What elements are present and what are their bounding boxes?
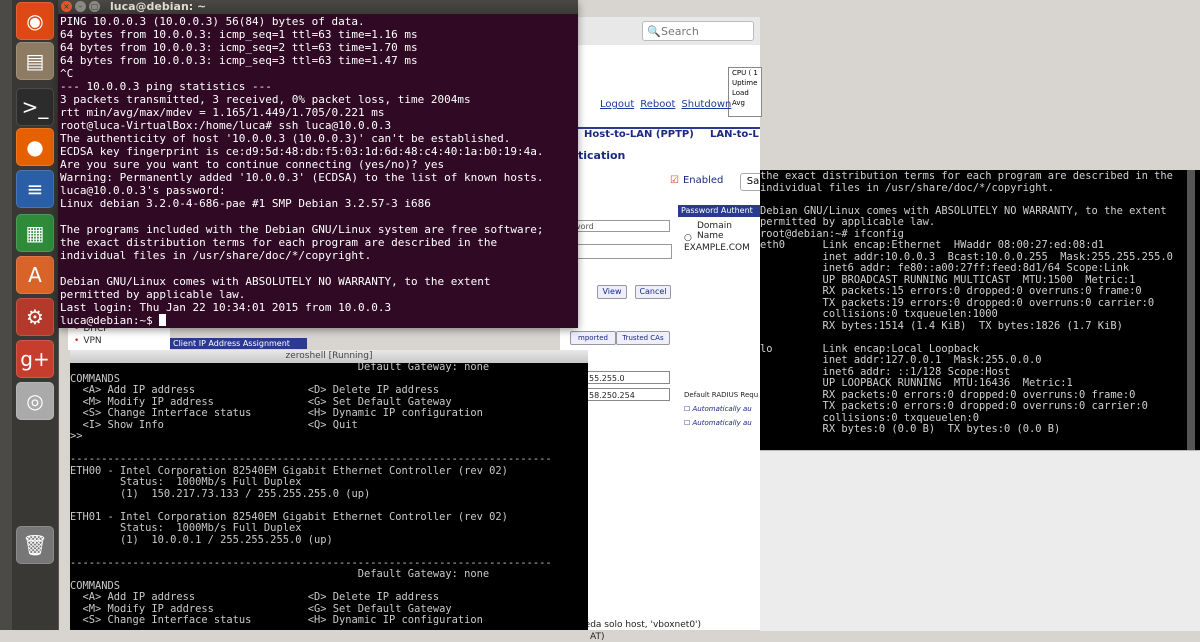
- launcher-ubuntu-dash-icon[interactable]: ◉: [16, 2, 54, 40]
- minimize-icon[interactable]: –: [75, 1, 86, 12]
- default-radius-label: Default RADIUS Requ: [684, 391, 759, 399]
- launcher-trash-icon[interactable]: 🗑: [16, 526, 54, 564]
- shutdown-link[interactable]: Shutdown: [681, 99, 731, 110]
- browser-toolbar: 🔍 Search: [560, 17, 760, 46]
- auto-checkbox[interactable]: ☐ Automatically au: [684, 419, 752, 427]
- auto-checkbox[interactable]: ☐ Automatically au: [684, 405, 752, 413]
- launcher-firefox-icon[interactable]: ●: [16, 128, 54, 166]
- right-console[interactable]: the exact distribution terms for each pr…: [760, 170, 1200, 450]
- maximize-icon[interactable]: ▢: [89, 1, 100, 12]
- status-box: CPU ( 1 Uptime Load Avg: [728, 67, 762, 117]
- web-page: CPU ( 1 Uptime Load Avg Logout Reboot Sh…: [560, 45, 771, 642]
- auto-label: Automatically au: [692, 405, 752, 413]
- view-button[interactable]: View: [597, 285, 627, 299]
- vbox-adapter-text: cheda solo host, 'vboxnet0'): [574, 620, 702, 630]
- cursor: [159, 314, 167, 326]
- launcher-google-plus-icon[interactable]: g+: [16, 340, 54, 378]
- launcher-edge: [0, 0, 12, 630]
- launcher-files-icon[interactable]: ▤: [16, 42, 54, 80]
- search-placeholder: Search: [661, 25, 699, 38]
- search-input[interactable]: 🔍 Search: [642, 21, 754, 41]
- status-line: CPU ( 1: [732, 69, 758, 77]
- zeroshell-side-menu: • DHCP • VPN: [68, 324, 170, 350]
- netmask-field[interactable]: 55.255.0: [586, 371, 670, 384]
- status-line: Avg: [732, 99, 745, 107]
- launcher-dvd-icon[interactable]: ◎: [16, 382, 54, 420]
- scrollbar[interactable]: [1187, 170, 1195, 456]
- cancel-button[interactable]: Cancel: [635, 285, 671, 299]
- status-line: Uptime: [732, 79, 758, 87]
- password-input[interactable]: [570, 244, 672, 259]
- menu-item-vpn[interactable]: • VPN: [74, 336, 102, 346]
- domain-label: EXAMPLE.COM: [684, 243, 750, 253]
- right-window-body: [760, 450, 1200, 631]
- launcher-settings-icon[interactable]: ⚙: [16, 298, 54, 336]
- checkbox-icon: ☑: [670, 175, 679, 186]
- top-links: Logout Reboot Shutdown: [600, 99, 731, 110]
- search-icon: 🔍: [647, 25, 661, 38]
- console-output: the exact distribution terms for each pr…: [760, 170, 1173, 435]
- status-line: Load: [732, 89, 749, 97]
- terminal-output: PING 10.0.0.3 (10.0.0.3) 56(84) bytes of…: [60, 15, 544, 327]
- zeroshell-console[interactable]: zeroshell [Running] Default Gateway: non…: [70, 350, 588, 630]
- launcher-terminal-icon[interactable]: >_: [16, 88, 54, 126]
- vbox-nat-text: AT): [590, 632, 605, 642]
- password-auth-header: Password Authent: [678, 205, 771, 217]
- trusted-cas-button[interactable]: Trusted CAs: [616, 331, 670, 345]
- section-heading: tication: [578, 149, 626, 162]
- ip-range-field[interactable]: 58.250.254: [586, 388, 670, 401]
- password-select[interactable]: word: [570, 220, 670, 232]
- close-icon[interactable]: ×: [61, 1, 72, 12]
- reboot-link[interactable]: Reboot: [640, 99, 675, 110]
- tab-host-to-lan[interactable]: Host-to-LAN (PPTP): [584, 129, 694, 140]
- tab-lan-to-lan[interactable]: LAN-to-L: [710, 129, 759, 140]
- enabled-checkbox[interactable]: ☑ Enabled: [670, 175, 723, 186]
- zeroshell-output: Default Gateway: none COMMANDS <A> Add I…: [70, 361, 552, 626]
- imported-button[interactable]: mported: [570, 331, 616, 345]
- enabled-label: Enabled: [682, 175, 724, 186]
- launcher-calc-icon[interactable]: ▦: [16, 214, 54, 252]
- terminal-title: luca@debian: ~: [58, 0, 578, 14]
- launcher-writer-icon[interactable]: ≡: [16, 170, 54, 208]
- terminal-window[interactable]: luca@debian: ~ × – ▢ PING 10.0.0.3 (10.0…: [58, 0, 578, 328]
- client-ip-header: Client IP Address Assignment: [170, 338, 307, 349]
- launcher-software-center-icon[interactable]: A: [16, 256, 54, 294]
- browser-window: 🔍 Search CPU ( 1 Uptime Load Avg Logout …: [560, 17, 771, 642]
- auto-label: Automatically au: [692, 419, 752, 427]
- logout-link[interactable]: Logout: [600, 99, 634, 110]
- domain-radio[interactable]: ○ EXAMPLE.COM: [684, 233, 760, 253]
